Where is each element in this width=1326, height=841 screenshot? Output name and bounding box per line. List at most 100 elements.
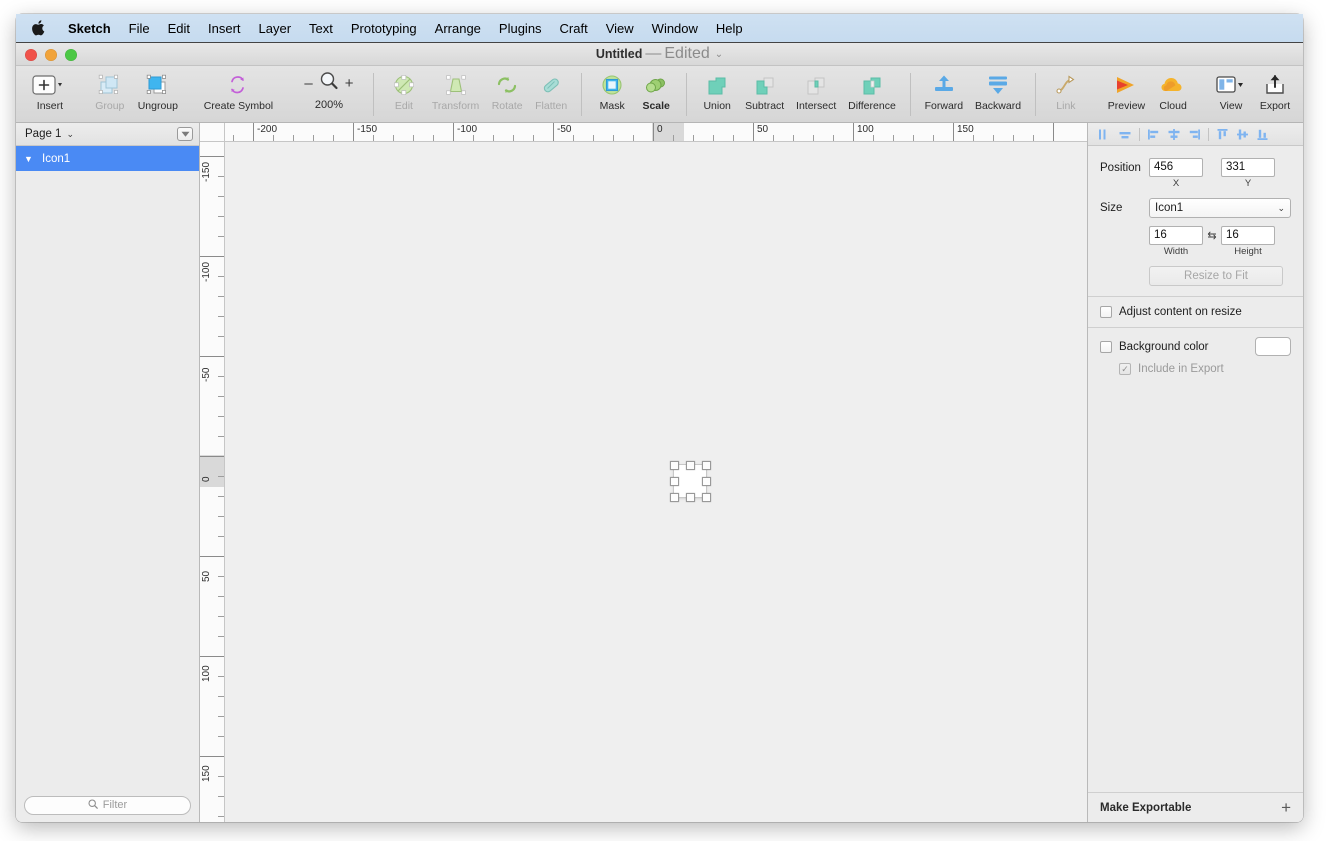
zoom-out-button[interactable]: – bbox=[304, 75, 312, 92]
apple-logo-icon[interactable] bbox=[30, 20, 45, 37]
distribute-horizontal-icon[interactable] bbox=[1234, 126, 1252, 143]
rotate-icon bbox=[495, 71, 519, 98]
view-button[interactable]: View bbox=[1209, 70, 1253, 112]
include-in-export-checkbox[interactable]: ✓ bbox=[1119, 363, 1131, 375]
menu-item-help[interactable]: Help bbox=[707, 14, 752, 43]
menu-item-layer[interactable]: Layer bbox=[250, 14, 301, 43]
menu-item-arrange[interactable]: Arrange bbox=[426, 14, 490, 43]
align-center-horizontal-icon[interactable] bbox=[1116, 126, 1134, 143]
insert-button[interactable]: Insert bbox=[26, 70, 74, 112]
main-toolbar: Insert Group bbox=[16, 66, 1303, 123]
menu-item-view[interactable]: View bbox=[597, 14, 643, 43]
adjust-content-checkbox[interactable] bbox=[1100, 306, 1112, 318]
resize-handle-ne[interactable] bbox=[702, 461, 711, 470]
width-input[interactable]: 16 bbox=[1149, 226, 1203, 245]
menu-item-insert[interactable]: Insert bbox=[199, 14, 250, 43]
inspector-panel: Position 456 331 X Y Size Icon1 ⌄ bbox=[1087, 123, 1303, 822]
distribute-top-icon[interactable] bbox=[1214, 126, 1232, 143]
export-button[interactable]: Export bbox=[1253, 70, 1297, 112]
close-button[interactable] bbox=[25, 49, 37, 61]
add-export-preset-button[interactable]: + bbox=[1281, 799, 1291, 816]
align-bottom-icon[interactable] bbox=[1185, 126, 1203, 143]
menu-item-craft[interactable]: Craft bbox=[551, 14, 597, 43]
inspector-spacer bbox=[1088, 384, 1303, 792]
resize-handle-n[interactable] bbox=[686, 461, 695, 470]
vertical-ruler[interactable]: -150-100-50050100150 bbox=[200, 142, 225, 822]
make-exportable-section[interactable]: Make Exportable + bbox=[1088, 792, 1303, 822]
horizontal-ruler[interactable]: -200-150-100-50050100150 bbox=[200, 123, 1087, 142]
align-left-icon[interactable] bbox=[1096, 126, 1114, 143]
background-color-swatch[interactable] bbox=[1255, 337, 1291, 356]
cloud-button[interactable]: Cloud bbox=[1151, 70, 1195, 112]
align-separator-2 bbox=[1208, 128, 1209, 141]
difference-button[interactable]: Difference bbox=[842, 70, 901, 112]
resize-handle-nw[interactable] bbox=[670, 461, 679, 470]
layer-list[interactable]: ▼ Icon1 bbox=[16, 146, 199, 788]
menu-item-file[interactable]: File bbox=[120, 14, 159, 43]
magnifier-icon[interactable] bbox=[319, 71, 339, 96]
distribute-bottom-icon[interactable] bbox=[1254, 126, 1272, 143]
group-button[interactable]: Group bbox=[88, 70, 132, 112]
minimize-button[interactable] bbox=[45, 49, 57, 61]
union-button[interactable]: Union bbox=[695, 70, 739, 112]
intersect-button[interactable]: Intersect bbox=[790, 70, 842, 112]
page-menu-button[interactable] bbox=[177, 127, 193, 141]
resize-handle-s[interactable] bbox=[686, 493, 695, 502]
create-symbol-button[interactable]: Create Symbol bbox=[198, 70, 279, 112]
ruler-tick bbox=[218, 696, 224, 697]
ruler-label-h: -150 bbox=[353, 124, 377, 135]
insert-label: Insert bbox=[37, 100, 63, 112]
edit-button[interactable]: Edit bbox=[382, 70, 426, 112]
page-bar: Page 1 ⌄ bbox=[16, 123, 199, 146]
link-button[interactable]: Link bbox=[1044, 70, 1088, 112]
adjust-content-row[interactable]: Adjust content on resize bbox=[1088, 297, 1303, 328]
resize-handle-w[interactable] bbox=[670, 477, 679, 486]
size-preset-select[interactable]: Icon1 ⌄ bbox=[1149, 198, 1291, 218]
include-in-export-row[interactable]: ✓ Include in Export bbox=[1119, 363, 1291, 375]
menu-item-prototyping[interactable]: Prototyping bbox=[342, 14, 426, 43]
backward-button[interactable]: Backward bbox=[969, 70, 1027, 112]
align-top-icon[interactable] bbox=[1145, 126, 1163, 143]
flatten-button[interactable]: Flatten bbox=[529, 70, 573, 112]
zoom-control[interactable]: – + 200% bbox=[293, 70, 365, 111]
menu-item-plugins[interactable]: Plugins bbox=[490, 14, 551, 43]
resize-handle-sw[interactable] bbox=[670, 493, 679, 502]
preview-button[interactable]: Preview bbox=[1102, 70, 1151, 112]
resize-handle-se[interactable] bbox=[702, 493, 711, 502]
position-captions-row: X Y bbox=[1100, 177, 1291, 189]
disclosure-triangle-icon[interactable]: ▼ bbox=[24, 154, 39, 164]
position-y-input[interactable]: 331 bbox=[1221, 158, 1275, 177]
mask-button[interactable]: Mask bbox=[590, 70, 634, 112]
resize-handle-e[interactable] bbox=[702, 477, 711, 486]
zoom-button[interactable] bbox=[65, 49, 77, 61]
link-dimensions-icon[interactable]: ⇆ bbox=[1203, 229, 1221, 242]
layer-item-icon1[interactable]: ▼ Icon1 bbox=[16, 146, 199, 171]
menu-item-text[interactable]: Text bbox=[300, 14, 342, 43]
canvas-area[interactable]: -200-150-100-50050100150 -150-100-500501… bbox=[200, 123, 1087, 822]
forward-button[interactable]: Forward bbox=[919, 70, 969, 112]
ruler-tick bbox=[533, 135, 534, 141]
menu-item-sketch[interactable]: Sketch bbox=[59, 14, 120, 43]
background-color-checkbox[interactable] bbox=[1100, 341, 1112, 353]
ruler-selection-highlight-v bbox=[200, 455, 225, 487]
drawing-canvas[interactable] bbox=[225, 142, 1087, 822]
rotate-button[interactable]: Rotate bbox=[485, 70, 529, 112]
ruler-tick bbox=[333, 135, 334, 141]
height-input[interactable]: 16 bbox=[1221, 226, 1275, 245]
subtract-button[interactable]: Subtract bbox=[739, 70, 790, 112]
background-color-row[interactable]: Background color bbox=[1100, 337, 1291, 356]
resize-to-fit-button[interactable]: Resize to Fit bbox=[1149, 266, 1283, 286]
transform-button[interactable]: Transform bbox=[426, 70, 485, 112]
scale-button[interactable]: Scale bbox=[634, 70, 678, 112]
filter-input[interactable]: Filter bbox=[24, 796, 191, 815]
menu-item-window[interactable]: Window bbox=[643, 14, 707, 43]
position-x-input[interactable]: 456 bbox=[1149, 158, 1203, 177]
page-selector[interactable]: Page 1 ⌄ bbox=[25, 128, 74, 140]
ruler-label-v: 0 bbox=[201, 476, 212, 482]
zoom-in-button[interactable]: + bbox=[345, 75, 354, 92]
align-middle-icon[interactable] bbox=[1165, 126, 1183, 143]
ruler-tick bbox=[933, 135, 934, 141]
menu-item-edit[interactable]: Edit bbox=[159, 14, 199, 43]
ungroup-button[interactable]: Ungroup bbox=[132, 70, 184, 112]
title-chevron-down-icon[interactable]: ⌄ bbox=[715, 49, 723, 60]
